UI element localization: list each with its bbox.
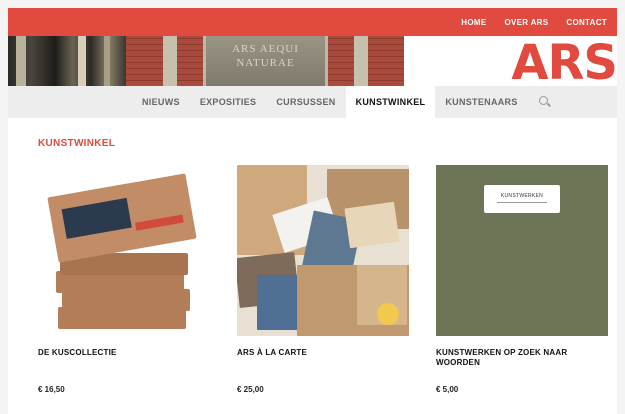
topnav-contact-link[interactable]: CONTACT <box>566 18 607 27</box>
product-image[interactable]: KUNSTWERKEN <box>436 165 608 336</box>
header-banner: ARS AEQUI NATURAE ARS <box>8 36 617 86</box>
product-name[interactable]: ARS À LA CARTE <box>237 348 409 358</box>
building-inscription: ARS AEQUI NATURAE <box>203 36 328 86</box>
product-image[interactable] <box>237 165 409 336</box>
product-card[interactable]: ARS À LA CARTE € 25,00 <box>237 165 409 394</box>
nav-cursussen[interactable]: CURSUSSEN <box>266 86 345 118</box>
topnav-over-ars-link[interactable]: OVER ARS <box>504 18 548 27</box>
product-price: € 16,50 <box>38 385 65 394</box>
nav-kunstenaars[interactable]: KUNSTENAARS <box>435 86 527 118</box>
page: HOME OVER ARS CONTACT ARS AEQUI NATURAE … <box>8 8 617 414</box>
book-cover-label: KUNSTWERKEN <box>484 185 560 213</box>
topnav-home-link[interactable]: HOME <box>461 18 486 27</box>
page-title: KUNSTWINKEL <box>38 138 116 149</box>
product-card[interactable]: KUNSTWERKEN KUNSTWERKEN OP ZOEK NAAR WOO… <box>436 165 608 394</box>
product-name[interactable]: KUNSTWERKEN OP ZOEK NAAR WOORDEN <box>436 348 608 368</box>
nav-exposities[interactable]: EXPOSITIES <box>190 86 267 118</box>
product-image[interactable] <box>38 165 210 336</box>
top-navigation: HOME OVER ARS CONTACT <box>8 8 617 36</box>
product-name[interactable]: DE KUSCOLLECTIE <box>38 348 210 358</box>
product-card[interactable]: DE KUSCOLLECTIE € 16,50 <box>38 165 210 394</box>
product-price: € 5,00 <box>436 385 459 394</box>
nav-nieuws[interactable]: NIEUWS <box>132 86 190 118</box>
main-navigation: NIEUWS EXPOSITIES CURSUSSEN KUNSTWINKEL … <box>8 86 617 118</box>
search-icon[interactable] <box>538 95 552 109</box>
product-price: € 25,00 <box>237 385 264 394</box>
nav-kunstwinkel[interactable]: KUNSTWINKEL <box>345 86 436 118</box>
site-logo[interactable]: ARS <box>511 39 617 86</box>
